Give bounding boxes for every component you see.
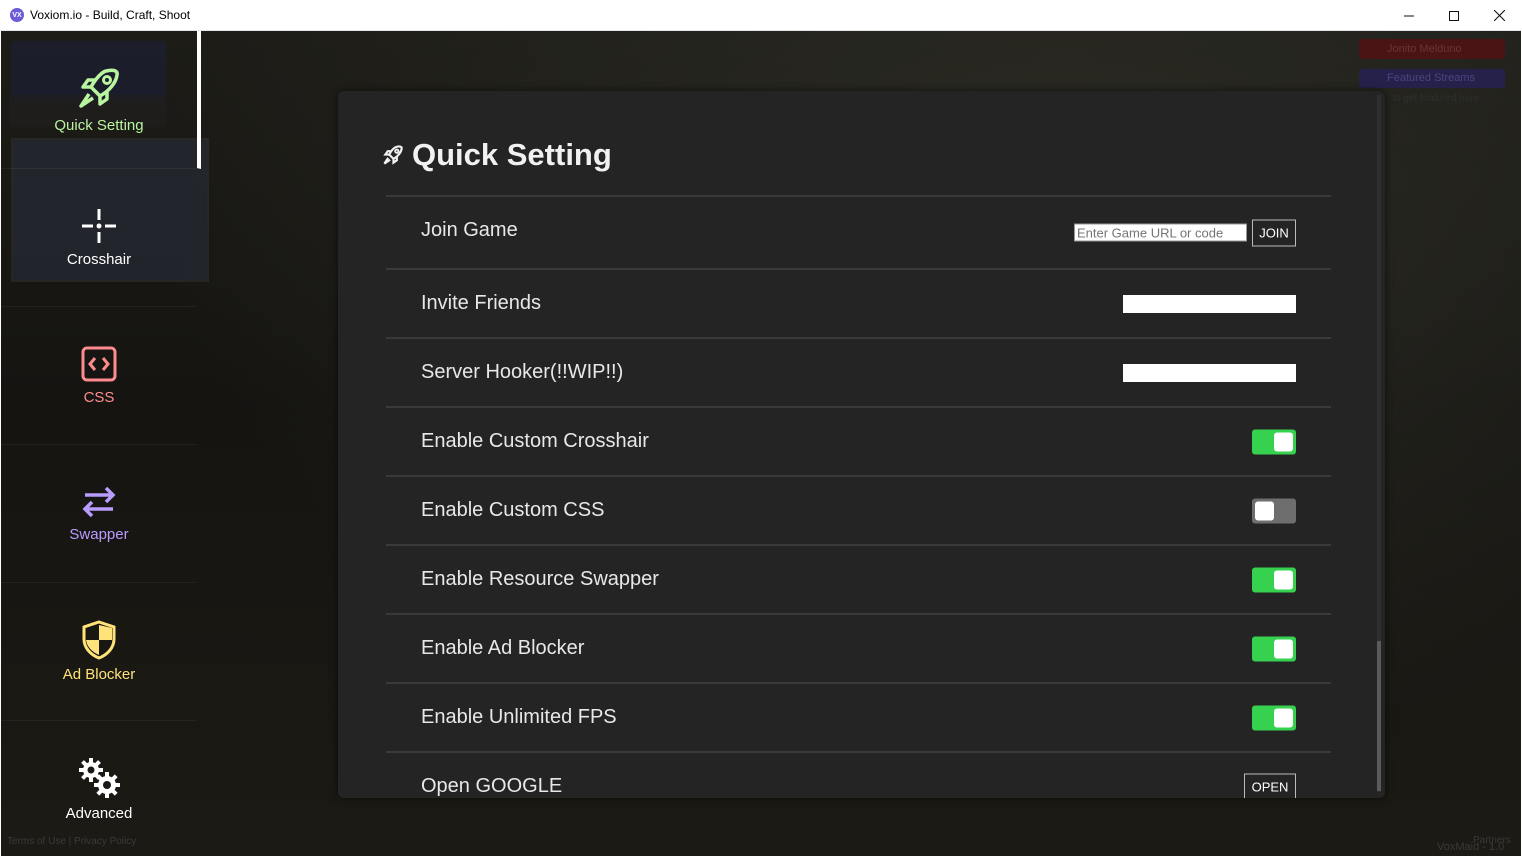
featured-streams-badge: Featured Streams [1359,69,1505,88]
setting-row-invite-friends: Invite Friends [386,268,1331,337]
panel-scrollbar-thumb[interactable] [1377,641,1381,791]
toggle-knob [1255,501,1274,520]
featured-hint: ... to get featured here [1381,93,1480,104]
sidebar-item-advanced[interactable]: Advanced [1,721,197,857]
setting-label: Enable Ad Blocker [421,637,585,659]
setting-row-ad-blocker: Enable Ad Blocker [386,613,1331,682]
open-google-button[interactable]: OPEN [1244,773,1296,798]
rocket-icon [383,145,403,165]
window-titlebar: VX Voxiom.io - Build, Craft, Shoot [0,0,1522,31]
sidebar-item-label: Swapper [69,526,129,543]
settings-list: Join Game JOIN Invite Friends Server Hoo… [386,195,1331,798]
window-title: Voxiom.io - Build, Craft, Shoot [30,8,191,22]
sidebar-item-label: CSS [83,389,115,406]
sidebar-item-swapper[interactable]: Swapper [1,445,197,583]
setting-row-custom-crosshair: Enable Custom Crosshair [386,406,1331,475]
toggle-knob [1274,708,1293,727]
swap-arrows-icon [82,486,116,518]
code-icon [81,346,117,382]
toggle-knob [1274,432,1293,451]
gears-icon [79,758,120,798]
sidebar-item-crosshair[interactable]: Crosshair [1,169,197,307]
setting-label: Enable Custom CSS [421,499,605,521]
setting-row-join-game: Join Game JOIN [386,195,1331,268]
setting-label: Enable Resource Swapper [421,568,659,590]
crosshair-icon [82,209,116,243]
minimize-icon[interactable] [1386,0,1432,31]
sidebar-item-label: Advanced [65,805,133,822]
shield-icon [82,620,116,660]
close-icon[interactable] [1476,0,1522,31]
ad-blocker-toggle[interactable] [1252,636,1296,661]
toggle-knob [1274,639,1293,658]
sidebar-item-label: Quick Setting [54,117,144,134]
page-title: Quick Setting [382,137,612,173]
server-hooker-field[interactable] [1123,363,1296,382]
maximize-icon[interactable] [1431,0,1477,31]
setting-label: Join Game [421,219,518,241]
resource-swapper-toggle[interactable] [1252,567,1296,592]
custom-crosshair-toggle[interactable] [1252,429,1296,454]
setting-label: Server Hooker(!!WIP!!) [421,361,624,383]
sidebar-item-ad-blocker[interactable]: Ad Blocker [1,583,197,721]
setting-row-open-google: Open GOOGLE OPEN [386,751,1331,798]
setting-label: Enable Custom Crosshair [421,430,649,452]
streamer-badge: Jonito Melduno [1359,39,1505,59]
setting-row-resource-swapper: Enable Resource Swapper [386,544,1331,613]
setting-row-unlimited-fps: Enable Unlimited FPS [386,682,1331,751]
setting-label: Enable Unlimited FPS [421,706,617,728]
sidebar-item-label: Ad Blocker [62,666,136,683]
setting-row-server-hooker: Server Hooker(!!WIP!!) [386,337,1331,406]
sidebar: Quick Setting Crosshair CSS Swapper Ad B… [1,31,201,856]
sidebar-item-css[interactable]: CSS [1,307,197,445]
panel-title-text: Quick Setting [412,137,612,172]
game-url-input[interactable] [1074,223,1247,242]
invite-link-field[interactable] [1123,294,1296,313]
settings-panel: Quick Setting Join Game JOIN Invite Frie… [338,91,1385,798]
toggle-knob [1274,570,1293,589]
unlimited-fps-toggle[interactable] [1252,705,1296,730]
join-button[interactable]: JOIN [1252,219,1296,246]
sidebar-item-quick-setting[interactable]: Quick Setting [1,31,201,169]
setting-label: Invite Friends [421,292,542,314]
sidebar-item-label: Crosshair [66,251,132,268]
version-label: VoxMaid - 1.0 [1437,841,1505,853]
app-logo-icon: VX [10,8,24,22]
setting-label: Open GOOGLE [421,775,563,797]
custom-css-toggle[interactable] [1252,498,1296,523]
setting-row-custom-css: Enable Custom CSS [386,475,1331,544]
rocket-icon [79,68,119,108]
